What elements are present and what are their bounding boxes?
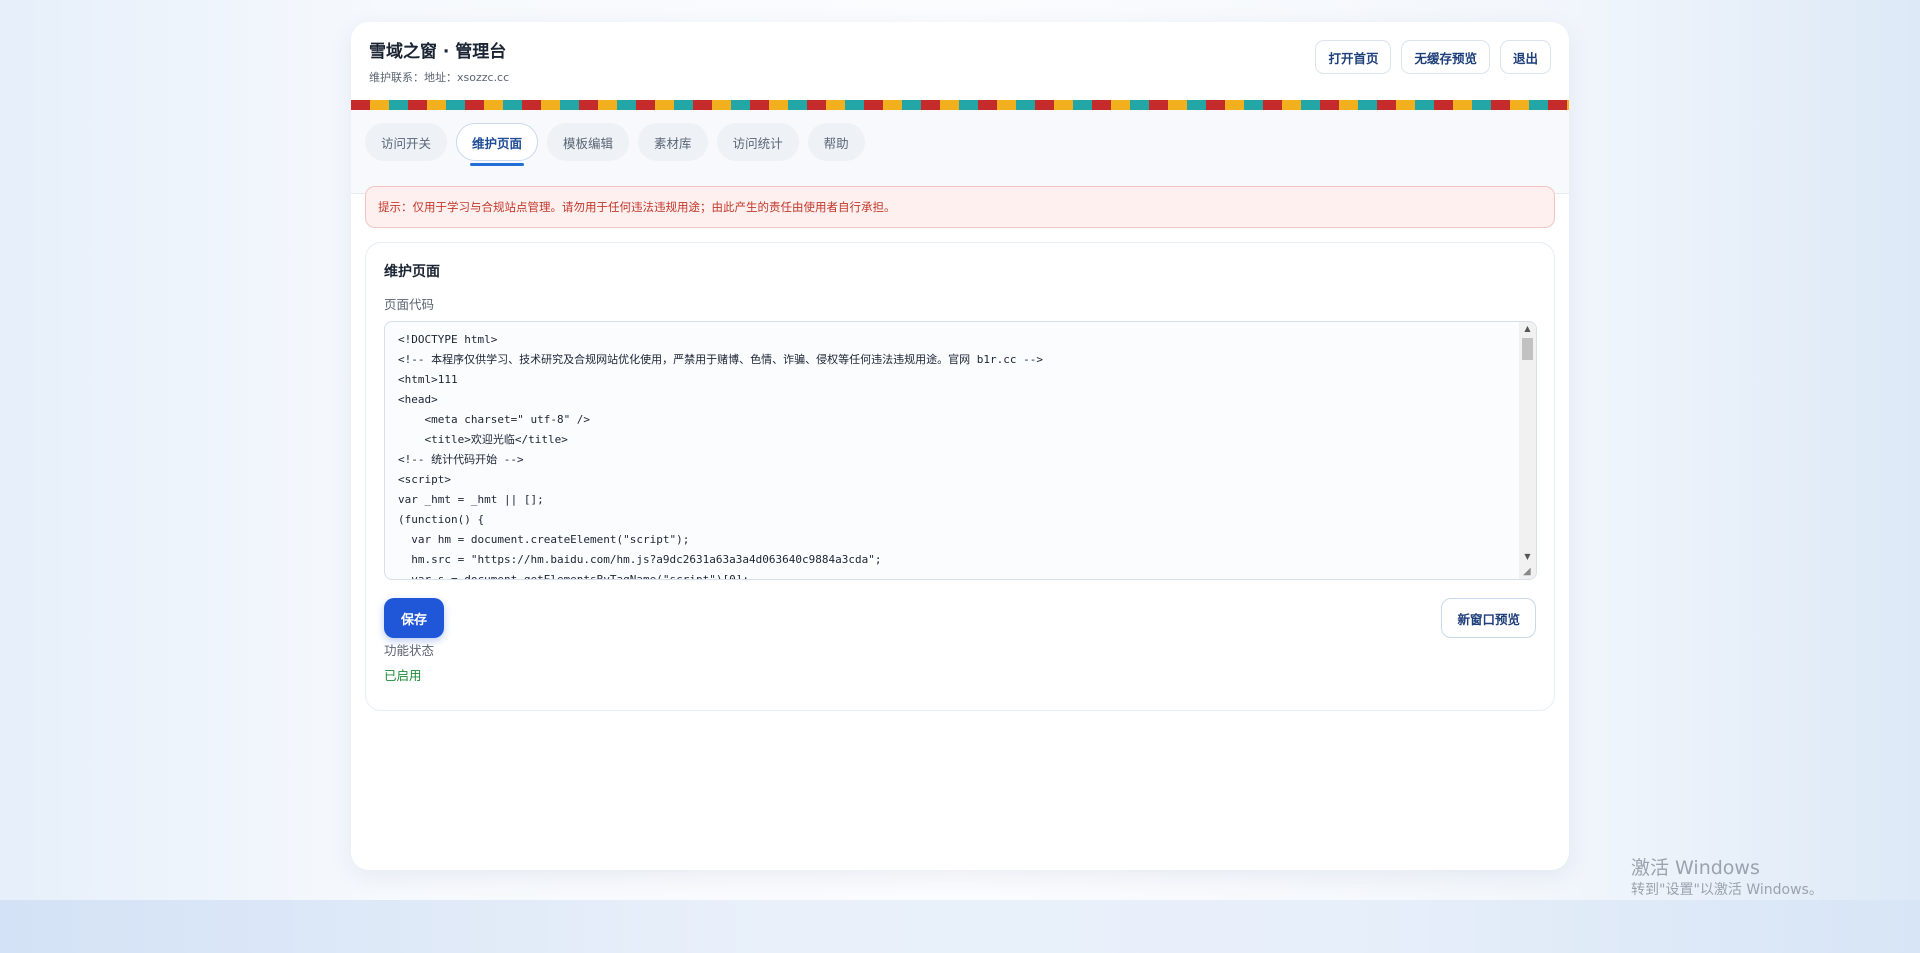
editor-scrollbar[interactable]: ▲ ▼ (1519, 322, 1536, 579)
tab-4[interactable]: 素材库 (638, 123, 708, 161)
active-tab-indicator (470, 163, 525, 166)
tab-label: 访问开关 (381, 135, 432, 151)
tab-2[interactable]: 维护页面 (456, 123, 539, 166)
new-window-preview-button[interactable]: 新窗口预览 (1441, 598, 1536, 638)
scroll-down-arrow-icon[interactable]: ▼ (1519, 550, 1536, 564)
code-label: 页面代码 (384, 297, 435, 312)
tab-1[interactable]: 访问开关 (365, 123, 448, 161)
code-editor[interactable]: <!DOCTYPE html> <!-- 本程序仅供学习、技术研究及合规网站优化… (384, 321, 1537, 580)
tabs: 访问开关 维护页面 模板编辑 素材库 访问统计 帮助 (365, 123, 865, 166)
app-title: 雪域之窗 · 管理台 (369, 42, 507, 62)
scroll-up-arrow-icon[interactable]: ▲ (1519, 322, 1536, 336)
desktop-bottom-band (0, 900, 1920, 953)
notice-banner: 提示：仅用于学习与合规站点管理。请勿用于任何违法违规用途；由此产生的责任由使用者… (365, 186, 1555, 228)
watermark-subtitle: 转到"设置"以激活 Windows。 (1631, 882, 1823, 898)
status-label: 功能状态 (384, 643, 435, 658)
header: 雪域之窗 · 管理台 维护联系：地址：xsozzc.cc 打开首页 无缓存预览 … (351, 22, 1569, 100)
tab-label: 模板编辑 (563, 135, 614, 151)
tab-label: 素材库 (654, 135, 692, 151)
open-home-button[interactable]: 打开首页 (1315, 40, 1392, 74)
tab-6[interactable]: 帮助 (807, 123, 865, 161)
admin-card: 雪域之窗 · 管理台 维护联系：地址：xsozzc.cc 打开首页 无缓存预览 … (351, 22, 1569, 870)
tab-label: 访问统计 (732, 135, 783, 151)
app-subtitle: 维护联系：地址：xsozzc.cc (369, 71, 510, 84)
tab-3[interactable]: 模板编辑 (547, 123, 630, 161)
panel-title: 维护页面 (384, 264, 440, 280)
save-button[interactable]: 保存 (384, 598, 444, 638)
header-actions: 打开首页 无缓存预览 退出 (1315, 40, 1551, 74)
tab-label: 帮助 (823, 135, 849, 151)
scrollbar-thumb[interactable] (1522, 338, 1533, 360)
status-value: 已启用 (384, 668, 422, 683)
tab-label: 维护页面 (472, 135, 523, 151)
maintenance-panel: 维护页面 页面代码 <!DOCTYPE html> <!-- 本程序仅供学习、技… (365, 242, 1555, 711)
windows-activation-watermark: 激活 Windows 转到"设置"以激活 Windows。 (1631, 856, 1823, 900)
watermark-title: 激活 Windows (1631, 857, 1760, 879)
code-text[interactable]: <!DOCTYPE html> <!-- 本程序仅供学习、技术研究及合规网站优化… (398, 330, 1043, 579)
tab-bar: 访问开关 维护页面 模板编辑 素材库 访问统计 帮助 (351, 110, 1569, 194)
resize-handle-icon[interactable]: ◢ (1523, 566, 1535, 578)
tab-5[interactable]: 访问统计 (716, 123, 799, 161)
logout-button[interactable]: 退出 (1499, 40, 1551, 74)
no-cache-preview-button[interactable]: 无缓存预览 (1401, 40, 1490, 74)
decorative-stripe (351, 100, 1569, 110)
